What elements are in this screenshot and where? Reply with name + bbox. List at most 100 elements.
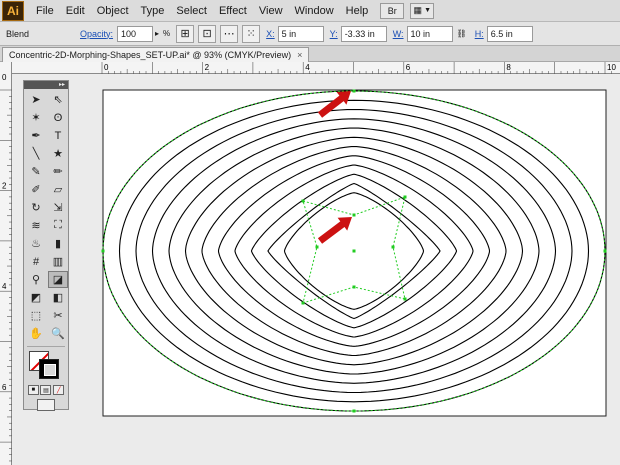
anchor-point[interactable] — [315, 245, 319, 249]
h-label[interactable]: H: — [475, 29, 484, 39]
menu-edit[interactable]: Edit — [60, 0, 91, 22]
gradient-mode-icon[interactable]: ▤ — [40, 385, 52, 395]
stroke-swatch[interactable] — [39, 359, 59, 379]
menu-object[interactable]: Object — [91, 0, 135, 22]
slice-icon[interactable]: ✂ — [48, 307, 68, 324]
scale-icon[interactable]: ⇲ — [48, 199, 68, 216]
tool-grid: ➤ ⇖ ✶ ʘ ✒ T ╲ ★ ✎ ✏ ✐ ▱ ↻ ⇲ ≋ ⛶ ♨ ▮ # ▥ ⚲ ◪ ◩ ◧ ⬚ ✂ ✋ 🔍 — [24, 89, 68, 344]
ruler-label: 0 — [104, 63, 109, 72]
horizontal-ruler[interactable]: 0 2 4 6 8 10 — [12, 62, 620, 74]
ruler-label: 2 — [2, 182, 7, 191]
document-tab[interactable]: Concentric-2D-Morphing-Shapes_SET-UP.ai*… — [2, 47, 310, 62]
ruler-label: 10 — [607, 63, 616, 72]
menu-window[interactable]: Window — [289, 0, 340, 22]
selection-icon[interactable]: ➤ — [26, 91, 46, 108]
rotate-icon[interactable]: ↻ — [26, 199, 46, 216]
type-icon[interactable]: T — [48, 127, 68, 144]
anchor-point[interactable] — [352, 89, 356, 93]
menu-view[interactable]: View — [253, 0, 289, 22]
align-icon[interactable]: ⊞ — [176, 24, 195, 43]
live-paint-icon[interactable]: ◩ — [26, 289, 46, 306]
y-label[interactable]: Y: — [330, 29, 338, 39]
hand-icon[interactable]: ✋ — [26, 325, 46, 342]
anchor-point[interactable] — [403, 195, 407, 199]
artboard-icon[interactable]: ⬚ — [26, 307, 46, 324]
paintbrush-icon[interactable]: ✎ — [26, 163, 46, 180]
opacity-arrow-icon[interactable]: ▸ — [155, 29, 159, 38]
color-icon[interactable]: ■ — [27, 385, 39, 395]
anchor-point[interactable] — [403, 297, 407, 301]
gradient-icon[interactable]: ▥ — [48, 253, 68, 270]
live-paint-selection-icon[interactable]: ◧ — [48, 289, 68, 306]
fill-stroke-swatches — [27, 349, 65, 383]
menu-type[interactable]: Type — [135, 0, 171, 22]
mesh-icon[interactable]: # — [26, 253, 46, 270]
ruler-label: 0 — [2, 73, 7, 82]
menu-help[interactable]: Help — [340, 0, 375, 22]
symbol-sprayer-icon[interactable]: ♨ — [26, 235, 46, 252]
menu-bar: Ai File Edit Object Type Select Effect View Win… — [0, 0, 620, 22]
pencil-icon[interactable]: ✏ — [48, 163, 68, 180]
anchor-point[interactable] — [301, 301, 305, 305]
h-field[interactable]: 6.5 in — [486, 25, 533, 42]
bridge-button[interactable]: Br — [380, 2, 405, 19]
magic-wand-icon[interactable]: ✶ — [26, 109, 46, 126]
w-label[interactable]: W: — [393, 29, 404, 39]
transform-reference-icon[interactable]: ⊡ — [198, 24, 217, 43]
free-transform-icon[interactable]: ⛶ — [48, 217, 68, 234]
pen-icon[interactable]: ✒ — [26, 127, 46, 144]
anchor-point[interactable] — [352, 249, 356, 253]
x-field[interactable]: 5 in — [277, 25, 324, 42]
control-bar: Blend Opacity: 100 ▸ % ⊞ ⊡ ⋯ ⁙ X: 5 in Y… — [0, 22, 620, 46]
artboard[interactable] — [102, 89, 607, 417]
align-distribute-icon[interactable]: ⋯ — [220, 24, 239, 43]
blend-icon[interactable]: ◪ — [48, 271, 68, 288]
y-field[interactable]: -3.33 in — [340, 25, 387, 42]
warp-icon[interactable]: ≋ — [26, 217, 46, 234]
anchor-point[interactable] — [603, 249, 607, 253]
w-field[interactable]: 10 in — [406, 25, 453, 42]
lasso-icon[interactable]: ʘ — [48, 109, 68, 126]
document-tab-title: Concentric-2D-Morphing-Shapes_SET-UP.ai*… — [9, 50, 292, 60]
color-mode-row: ■ ▤ ╱ — [24, 385, 68, 395]
anchor-point[interactable] — [352, 409, 356, 413]
column-graph-icon[interactable]: ▮ — [48, 235, 68, 252]
menu-effect[interactable]: Effect — [213, 0, 253, 22]
constrain-proportions-icon[interactable]: ⛓ — [457, 29, 467, 38]
screen-mode-icon[interactable] — [37, 399, 55, 411]
menu-select[interactable]: Select — [170, 0, 213, 22]
none-icon[interactable]: ╱ — [53, 385, 65, 395]
anchor-point[interactable] — [101, 249, 105, 253]
tools-divider — [27, 346, 65, 347]
anchor-point[interactable] — [352, 285, 356, 289]
artwork-canvas[interactable] — [13, 75, 620, 465]
line-icon[interactable]: ╲ — [26, 145, 46, 162]
collapse-icon[interactable]: ▸▸ — [59, 81, 65, 89]
reference-point-icon[interactable]: ⁙ — [242, 24, 261, 43]
anchor-point[interactable] — [391, 245, 395, 249]
direct-selection-icon[interactable]: ⇖ — [48, 91, 68, 108]
tools-panel-header[interactable]: ▸▸ — [24, 81, 68, 89]
arrange-documents-button[interactable]: ▦ ▼ — [410, 2, 435, 19]
eraser-icon[interactable]: ▱ — [48, 181, 68, 198]
blob-brush-icon[interactable]: ✐ — [26, 181, 46, 198]
pasteboard[interactable] — [13, 75, 620, 465]
ruler-label: 6 — [2, 383, 7, 392]
menu-file[interactable]: File — [30, 0, 60, 22]
vertical-ruler-ticks: 0 2 4 6 — [0, 73, 12, 462]
anchor-point[interactable] — [352, 213, 356, 217]
ruler-label: 6 — [406, 63, 411, 72]
anchor-point[interactable] — [301, 199, 305, 203]
document-tab-bar: Concentric-2D-Morphing-Shapes_SET-UP.ai*… — [0, 46, 620, 62]
vertical-ruler[interactable]: 0 2 4 6 — [0, 62, 12, 465]
close-icon[interactable]: × — [297, 50, 302, 60]
ruler-label: 2 — [205, 63, 210, 72]
star-icon[interactable]: ★ — [48, 145, 68, 162]
opacity-link[interactable]: Opacity: — [80, 29, 113, 39]
zoom-icon[interactable]: 🔍 — [48, 325, 68, 342]
ruler-label: 4 — [2, 282, 7, 291]
object-type-label: Blend — [6, 28, 30, 39]
x-label[interactable]: X: — [266, 29, 275, 39]
eyedropper-icon[interactable]: ⚲ — [26, 271, 46, 288]
opacity-field[interactable]: 100 — [117, 25, 154, 42]
